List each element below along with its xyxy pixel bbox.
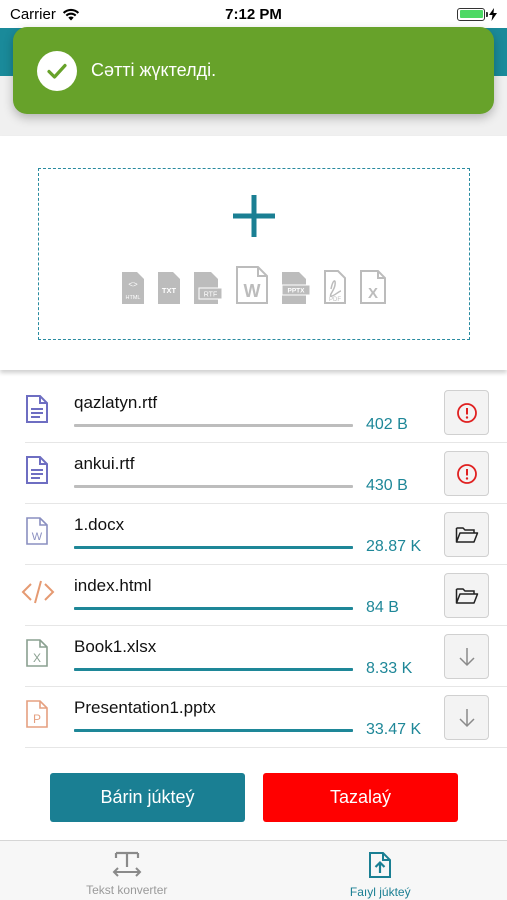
svg-text:PPTX: PPTX (288, 288, 306, 295)
success-toast[interactable]: Сәтті жүктелді. (13, 27, 494, 114)
status-left: Carrier (10, 6, 80, 23)
file-size: 430 B (366, 477, 408, 494)
file-size: 402 B (366, 416, 408, 433)
open-folder-button[interactable] (444, 512, 489, 557)
error-button[interactable] (444, 451, 489, 496)
text-file-icon (26, 395, 48, 423)
upload-progress-bar (74, 729, 353, 732)
file-list: qazlatyn.rtf 402 B ankui.rtf 430 B W 1.d… (0, 382, 507, 748)
tab-label: Tekst konverter (86, 883, 168, 897)
battery-icon (457, 7, 488, 21)
word-format-icon: W (236, 266, 268, 304)
file-row: W 1.docx 28.87 K (25, 504, 507, 565)
text-file-icon (26, 456, 48, 484)
upload-all-button[interactable]: Bárin júkteý (50, 773, 245, 822)
svg-text:HTML: HTML (126, 295, 141, 301)
tab-file-upload[interactable]: Faıyl júkteý (254, 841, 507, 900)
upload-progress-bar (74, 546, 353, 549)
txt-format-icon: TXT (158, 272, 180, 304)
file-size: 8.33 K (366, 660, 413, 677)
file-row: P Presentation1.pptx 33.47 K (25, 687, 507, 748)
file-row: qazlatyn.rtf 402 B (25, 382, 507, 443)
pptx-format-icon: PPTX (281, 272, 311, 304)
tab-text-converter[interactable]: Tekst konverter (0, 841, 254, 900)
download-button[interactable] (444, 634, 489, 679)
file-size: 33.47 K (366, 721, 422, 738)
powerpoint-file-icon: P (26, 700, 48, 728)
svg-text:X: X (368, 285, 378, 302)
clear-button[interactable]: Tazalaý (263, 773, 458, 822)
file-size: 84 B (366, 599, 399, 616)
code-file-icon (21, 580, 55, 604)
svg-text:W: W (244, 281, 261, 301)
excel-file-icon: X (26, 639, 48, 667)
format-icons: <> HTML TXT RTF W PPTX PDF X (121, 265, 387, 305)
upload-progress-bar (74, 485, 353, 488)
file-size: 28.87 K (366, 538, 422, 555)
svg-text:P: P (33, 712, 41, 726)
upload-panel: <> HTML TXT RTF W PPTX PDF X (0, 136, 507, 370)
tab-bar: Tekst konverter Faıyl júkteý (0, 840, 507, 900)
file-row: ankui.rtf 430 B (25, 443, 507, 504)
svg-text:X: X (33, 651, 41, 665)
file-upload-icon (369, 852, 392, 878)
charging-icon (489, 7, 497, 21)
excel-format-icon: X (360, 270, 386, 304)
open-folder-icon (455, 526, 478, 543)
download-icon (458, 708, 475, 727)
file-name: 1.docx (74, 515, 125, 534)
word-file-icon: W (26, 517, 48, 545)
upload-progress-bar (74, 668, 353, 671)
svg-text:RTF: RTF (204, 292, 217, 299)
error-icon (456, 463, 477, 484)
upload-progress-bar (74, 424, 353, 427)
svg-text:W: W (32, 531, 43, 543)
html-format-icon: <> HTML (122, 272, 144, 304)
file-row: index.html 84 B (21, 565, 507, 626)
download-icon (458, 647, 475, 666)
file-name: ankui.rtf (74, 454, 135, 473)
file-name: Book1.xlsx (74, 637, 157, 656)
file-name: index.html (74, 576, 152, 595)
open-folder-icon (455, 587, 478, 604)
error-icon (456, 402, 477, 423)
plus-icon (233, 195, 275, 237)
pdf-format-icon: PDF (324, 270, 346, 304)
toast-message: Сәтті жүктелді. (91, 60, 217, 80)
file-name: Presentation1.pptx (74, 698, 216, 717)
open-folder-button[interactable] (444, 573, 489, 618)
file-drop-zone[interactable]: <> HTML TXT RTF W PPTX PDF X (38, 168, 470, 340)
svg-text:<>: <> (128, 280, 138, 289)
text-converter-icon (112, 851, 142, 877)
svg-text:TXT: TXT (162, 286, 177, 295)
carrier-label: Carrier (10, 5, 56, 23)
rtf-format-icon: RTF (194, 272, 223, 304)
status-bar: Carrier 7:12 PM (0, 0, 507, 28)
upload-progress-bar (74, 607, 353, 610)
error-button[interactable] (444, 390, 489, 435)
status-right (457, 7, 497, 21)
wifi-icon (62, 8, 79, 20)
tab-label: Faıyl júkteý (349, 885, 411, 899)
check-icon (37, 50, 77, 91)
file-row: X Book1.xlsx 8.33 K (25, 626, 507, 687)
download-button[interactable] (444, 695, 489, 740)
file-name: qazlatyn.rtf (74, 393, 158, 412)
svg-text:PDF: PDF (329, 297, 341, 303)
